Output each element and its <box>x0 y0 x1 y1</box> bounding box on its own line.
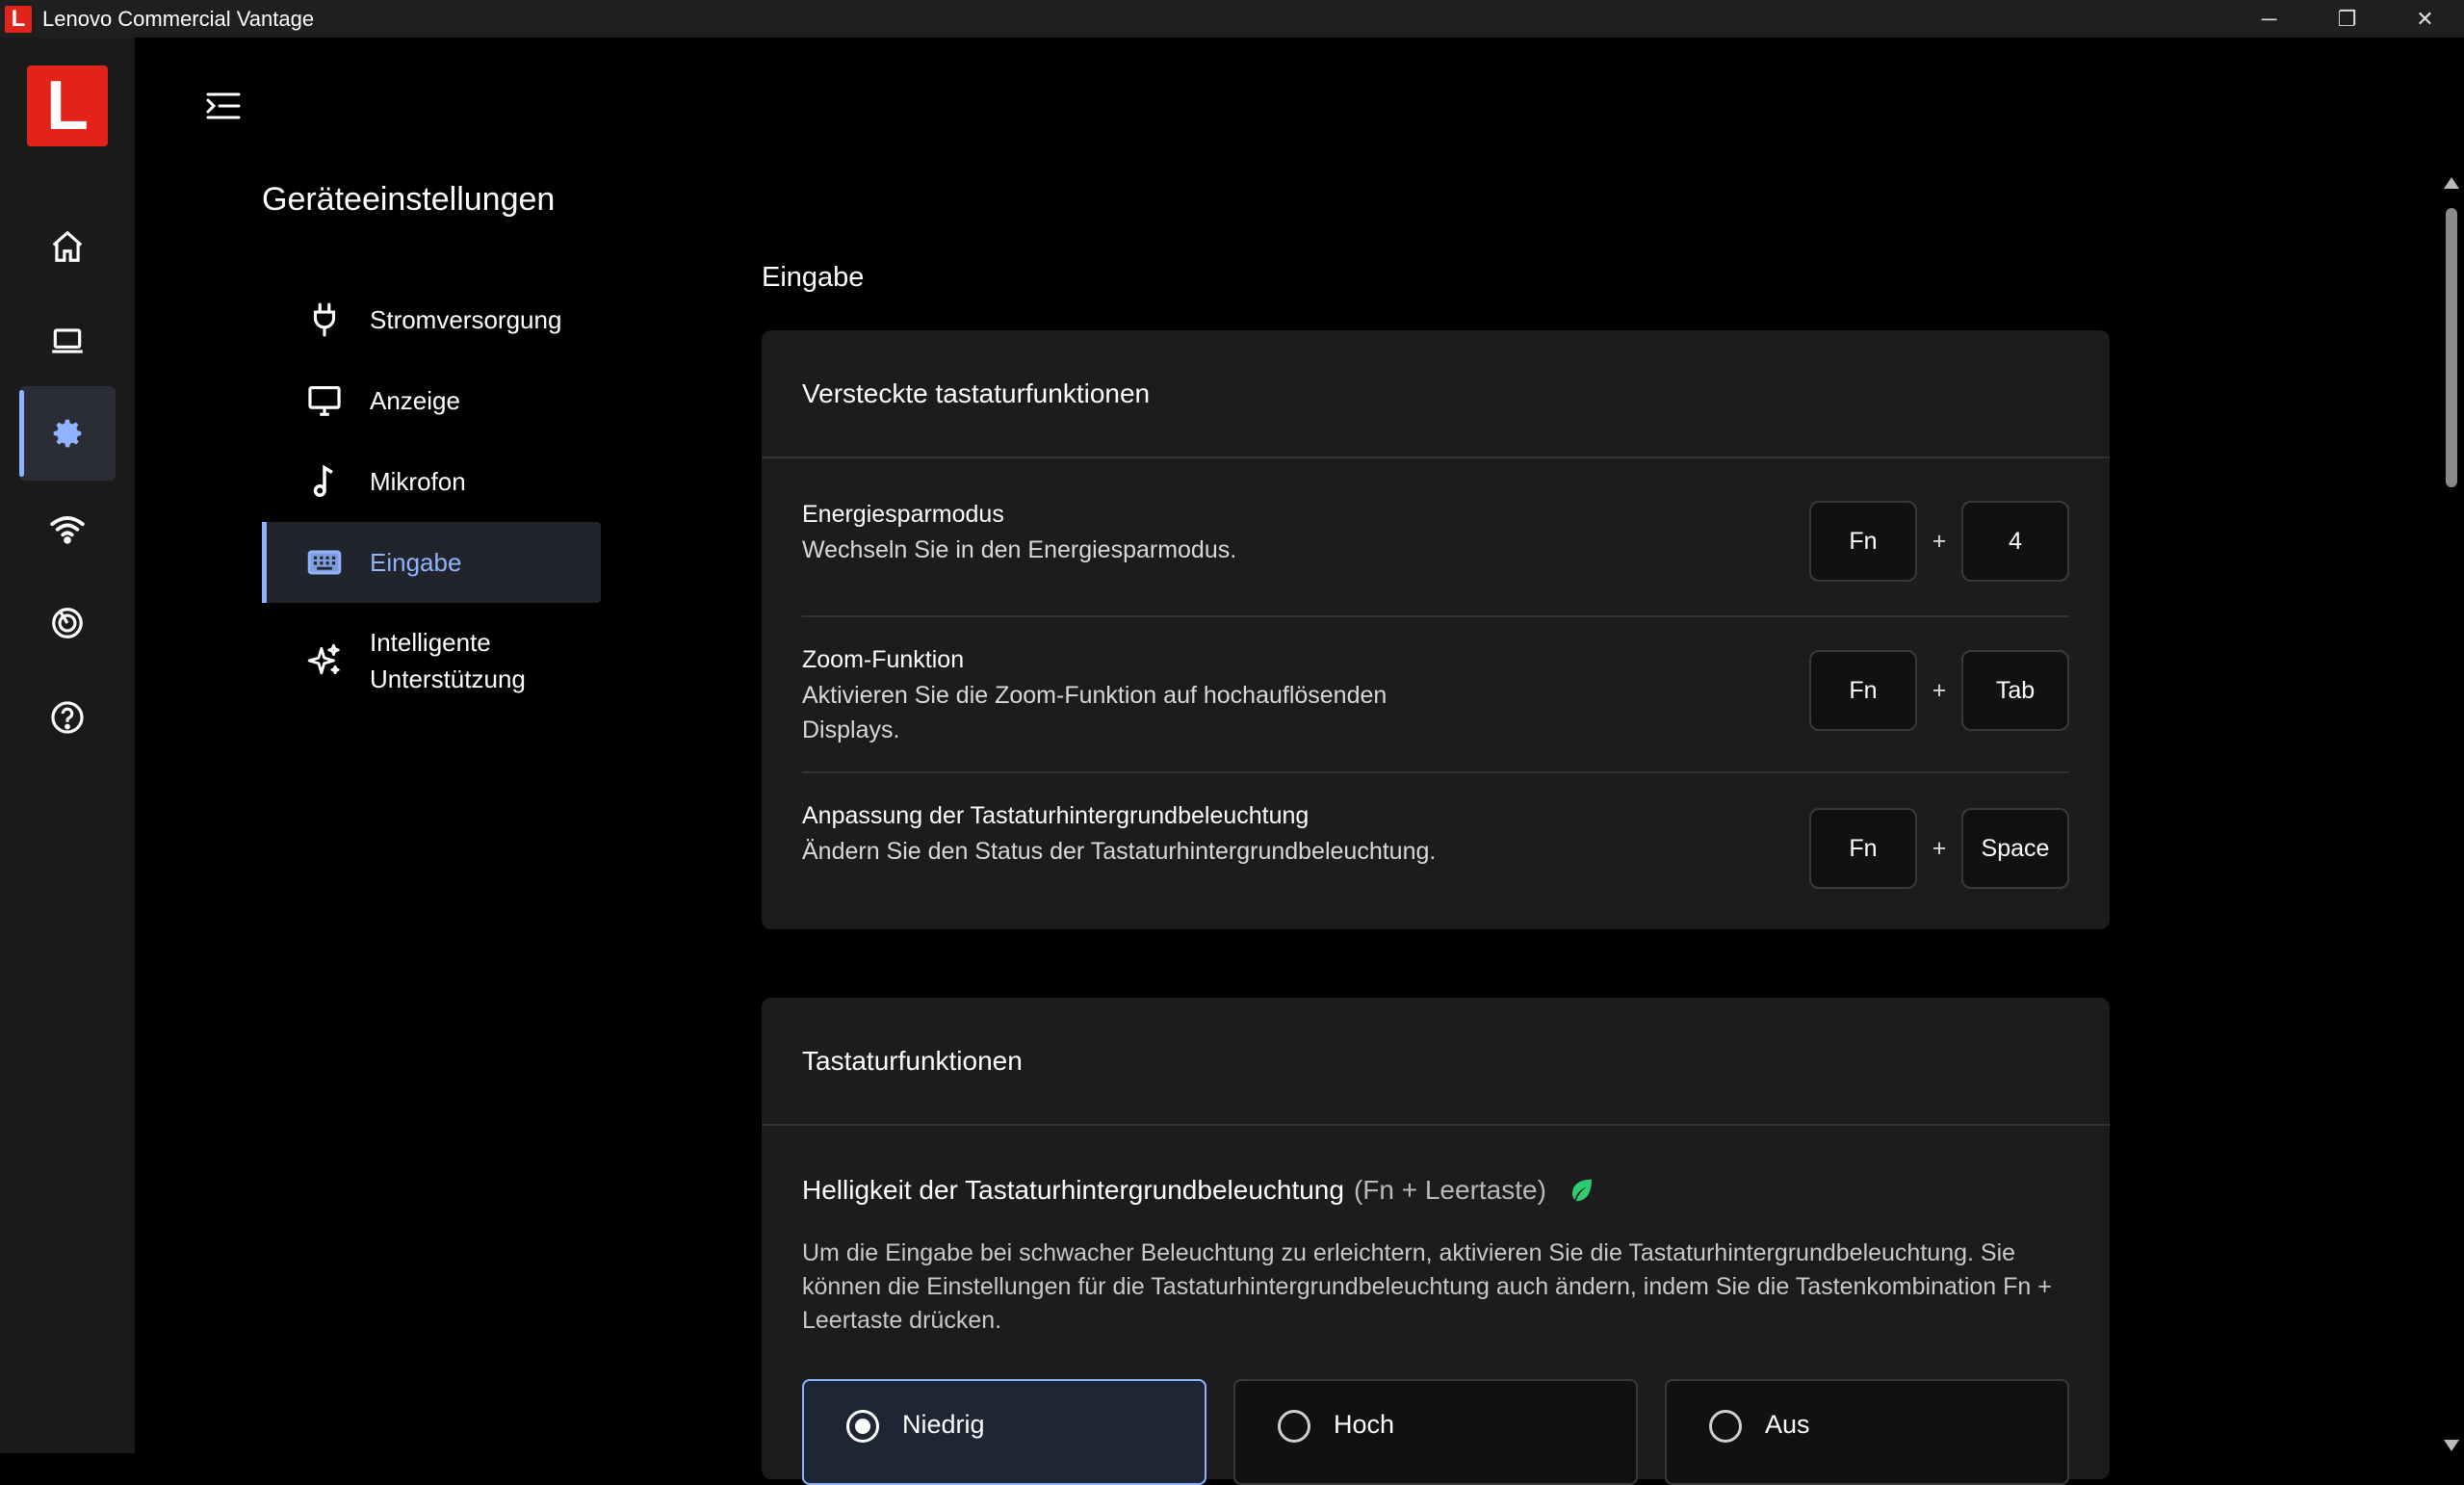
section-heading: Eingabe <box>762 262 865 293</box>
home-icon <box>52 230 83 262</box>
shortcut-keys: Fn + 4 <box>1809 501 2069 582</box>
window-controls: ─ ❐ ✕ <box>2230 0 2464 38</box>
shortcut-desc: Wechseln Sie in den Energiesparmodus. <box>802 536 1237 563</box>
lenovo-logo[interactable]: L <box>27 65 108 146</box>
collapse-menu-icon <box>206 92 241 119</box>
option-low[interactable]: Niedrig <box>802 1379 1206 1485</box>
title-bar: L Lenovo Commercial Vantage ─ ❐ ✕ <box>0 0 2464 38</box>
nav-rail: L <box>0 38 135 1453</box>
scrollbar-thumb[interactable] <box>2446 208 2457 487</box>
shortcut-row: Anpassung der Tastaturhintergrundbeleuch… <box>802 773 2069 929</box>
monitor-icon <box>304 380 345 421</box>
keyboard-icon <box>304 542 345 583</box>
option-label: Niedrig <box>902 1410 985 1439</box>
sparkle-icon <box>304 640 345 681</box>
sidenav-label: Mikrofon <box>370 466 466 496</box>
shortcut-row: Zoom-Funktion Aktivieren Sie die Zoom-Fu… <box>802 617 2069 773</box>
shortcut-name: Energiesparmodus <box>802 501 1004 528</box>
sidenav-label: Intelligente Unterstützung <box>370 628 526 693</box>
sidenav-item-smart-assist[interactable]: Intelligente Unterstützung <box>262 603 601 718</box>
page-title: Geräteeinstellungen <box>262 181 556 218</box>
card-title: Tastaturfunktionen <box>762 998 2110 1126</box>
wifi-icon <box>50 516 85 544</box>
plug-icon <box>304 300 345 340</box>
radio[interactable] <box>1709 1410 1742 1443</box>
window-title: Lenovo Commercial Vantage <box>42 6 315 31</box>
menu-toggle-button[interactable] <box>204 89 243 123</box>
sidenav-label: Eingabe <box>370 547 462 577</box>
laptop-icon <box>52 328 83 353</box>
keyboard-functions-card: Tastaturfunktionen Helligkeit der Tastat… <box>762 998 2110 1485</box>
backlight-title: Helligkeit der Tastaturhintergrundbeleuc… <box>802 1175 1344 1205</box>
shortcut-keys: Fn + Tab <box>1809 650 2069 731</box>
help-icon <box>51 701 84 734</box>
option-label: Aus <box>1765 1410 1810 1439</box>
shortcut-desc: Ändern Sie den Status der Tastaturhinter… <box>802 838 1437 865</box>
plus-sign: + <box>1932 676 1947 704</box>
backlight-description: Um die Eingabe bei schwacher Beleuchtung… <box>802 1239 2052 1334</box>
scroll-up-icon[interactable] <box>2444 177 2459 189</box>
option-off[interactable]: Aus <box>1665 1379 2069 1485</box>
rail-item-home[interactable] <box>19 199 116 294</box>
gear-icon <box>53 419 82 448</box>
option-high[interactable]: Hoch <box>1233 1379 1638 1485</box>
radar-icon <box>52 608 83 638</box>
radio-selected[interactable] <box>846 1410 879 1443</box>
sidenav-label: Stromversorgung <box>370 304 562 334</box>
shortcut-name: Anpassung der Tastaturhintergrundbeleuch… <box>802 802 1310 829</box>
key-fn: Fn <box>1809 501 1917 582</box>
shortcut-row: Energiesparmodus Wechseln Sie in den Ene… <box>802 460 2069 617</box>
card-title: Versteckte tastaturfunktionen <box>762 330 2110 458</box>
scroll-down-icon[interactable] <box>2444 1440 2459 1451</box>
backlight-options: Niedrig Hoch Aus <box>802 1379 2069 1485</box>
restore-button[interactable]: ❐ <box>2308 0 2386 38</box>
backlight-shortcut-hint: (Fn + Leertaste) <box>1353 1175 1546 1205</box>
sidenav-label: Anzeige <box>370 385 460 415</box>
radio[interactable] <box>1278 1410 1310 1443</box>
rail-item-device[interactable] <box>19 294 116 388</box>
sidenav-item-input[interactable]: Eingabe <box>262 522 601 603</box>
key-space: Space <box>1961 808 2069 889</box>
shortcut-keys: Fn + Space <box>1809 808 2069 889</box>
key-tab: Tab <box>1961 650 2069 731</box>
app-logo: L <box>5 5 32 33</box>
key-fn: Fn <box>1809 650 1917 731</box>
close-button[interactable]: ✕ <box>2386 0 2464 38</box>
plus-sign: + <box>1932 527 1947 555</box>
key-4: 4 <box>1961 501 2069 582</box>
sidenav-item-power[interactable]: Stromversorgung <box>262 279 601 360</box>
rail-item-connectivity[interactable] <box>19 482 116 576</box>
rail-item-help[interactable] <box>19 670 116 765</box>
sidenav-item-display[interactable]: Anzeige <box>262 360 601 441</box>
option-label: Hoch <box>1334 1410 1395 1439</box>
shortcut-desc: Aktivieren Sie die Zoom-Funktion auf hoc… <box>802 682 1388 743</box>
sidenav-item-microphone[interactable]: Mikrofon <box>262 441 601 522</box>
rail-item-settings[interactable] <box>19 386 116 481</box>
settings-sidenav: Stromversorgung Anzeige Mikrofon Eingabe… <box>262 279 601 718</box>
rail-item-security[interactable] <box>19 576 116 670</box>
scrollbar[interactable] <box>2438 175 2464 1453</box>
leaf-icon <box>1571 1179 1592 1202</box>
hidden-keyboard-functions-card: Versteckte tastaturfunktionen Energiespa… <box>762 330 2110 929</box>
music-note-icon <box>304 461 345 502</box>
plus-sign: + <box>1932 834 1947 862</box>
shortcut-name: Zoom-Funktion <box>802 646 965 673</box>
minimize-button[interactable]: ─ <box>2230 0 2308 38</box>
backlight-heading: Helligkeit der Tastaturhintergrundbeleuc… <box>802 1175 1596 1206</box>
key-fn: Fn <box>1809 808 1917 889</box>
